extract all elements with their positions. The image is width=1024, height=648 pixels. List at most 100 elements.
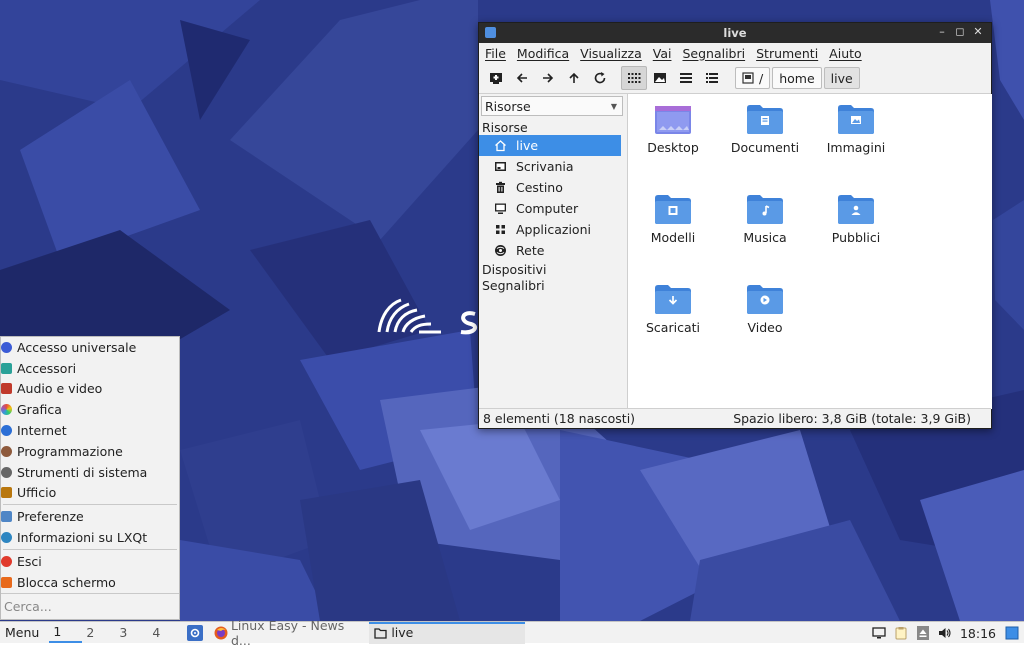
arrow-right-icon bbox=[543, 73, 554, 83]
bookmarks-section-title[interactable]: Segnalibri bbox=[479, 278, 625, 293]
file-item-scaricati[interactable]: Scaricati bbox=[628, 282, 718, 335]
menu-item-label: Audio e video bbox=[17, 381, 103, 397]
sidebar-item-live[interactable]: live bbox=[479, 135, 621, 156]
menu-item-blocca-schermo[interactable]: Blocca schermo bbox=[1, 572, 179, 593]
side-pane-mode-select[interactable]: Risorse ▼ bbox=[481, 96, 623, 116]
workspace-1[interactable]: 1 bbox=[49, 623, 83, 643]
file-item-modelli[interactable]: Modelli bbox=[628, 192, 718, 245]
menu-vai[interactable]: Vai bbox=[653, 46, 672, 61]
new-tab-button[interactable] bbox=[483, 66, 509, 90]
spiral-logo-icon bbox=[375, 288, 479, 339]
menu-item-preferenze[interactable]: Preferenze bbox=[1, 506, 179, 527]
minimize-icon[interactable]: – bbox=[935, 25, 949, 39]
drive-icon bbox=[742, 72, 754, 84]
menu-item-ufficio[interactable]: Ufficio bbox=[1, 483, 179, 504]
menu-visualizza[interactable]: Visualizza bbox=[580, 46, 642, 61]
file-item-label: Musica bbox=[743, 230, 787, 245]
tray-eject[interactable] bbox=[912, 626, 934, 640]
task-firefox[interactable]: Linux Easy - News d... bbox=[209, 618, 369, 648]
compact-view-button[interactable] bbox=[673, 66, 699, 90]
icon-view-button[interactable] bbox=[621, 66, 647, 90]
menu-item-internet[interactable]: Internet bbox=[1, 420, 179, 441]
window-titlebar[interactable]: live – ◻ ✕ bbox=[479, 23, 991, 43]
tray-clipboard[interactable] bbox=[890, 626, 912, 640]
menu-item-label: Blocca schermo bbox=[17, 574, 116, 590]
task-label: live bbox=[391, 625, 414, 640]
grid-view-icon bbox=[628, 73, 641, 83]
file-item-label: Pubblici bbox=[831, 230, 881, 245]
sidebar-item-scrivania[interactable]: Scrivania bbox=[479, 156, 621, 177]
clock[interactable]: 18:16 bbox=[956, 626, 1000, 641]
menu-strumenti[interactable]: Strumenti bbox=[756, 46, 818, 61]
quicklaunch-settings[interactable] bbox=[181, 622, 209, 644]
menu-item-label: Accessori bbox=[17, 360, 77, 376]
reload-button[interactable] bbox=[587, 66, 613, 90]
path-live-label: live bbox=[830, 70, 853, 86]
detailed-view-button[interactable] bbox=[699, 66, 725, 90]
menu-segnalibri[interactable]: Segnalibri bbox=[682, 46, 745, 61]
accessories-icon bbox=[1, 362, 12, 374]
gear-icon bbox=[1, 466, 12, 478]
main-menu-button[interactable]: Menu bbox=[0, 622, 49, 644]
menu-item-accesso-universale[interactable]: Accesso universale bbox=[1, 337, 179, 358]
file-item-documenti[interactable]: Documenti bbox=[720, 102, 810, 155]
home-icon bbox=[493, 139, 507, 153]
menu-item-grafica[interactable]: Grafica bbox=[1, 399, 179, 420]
menu-item-audio-e-video[interactable]: Audio e video bbox=[1, 379, 179, 400]
sidebar-item-cestino[interactable]: Cestino bbox=[479, 177, 621, 198]
up-button[interactable] bbox=[561, 66, 587, 90]
sidebar-item-applicazioni[interactable]: Applicazioni bbox=[479, 219, 621, 240]
workspace-label: 4 bbox=[152, 625, 161, 640]
menu-item-programmazione[interactable]: Programmazione bbox=[1, 441, 179, 462]
workspace-2[interactable]: 2 bbox=[82, 622, 115, 644]
sidebar-item-label: live bbox=[516, 138, 539, 153]
workspace-4[interactable]: 4 bbox=[148, 622, 181, 644]
thumbnail-view-button[interactable] bbox=[647, 66, 673, 90]
maximize-icon[interactable]: ◻ bbox=[953, 25, 967, 39]
window-title: live bbox=[723, 26, 747, 40]
new-tab-icon bbox=[490, 73, 502, 84]
file-item-musica[interactable]: Musica bbox=[720, 192, 810, 245]
arrow-up-icon bbox=[569, 72, 579, 83]
start-menu: Accesso universale Accessori Audio e vid… bbox=[0, 336, 180, 620]
file-item-immagini[interactable]: Immagini bbox=[811, 102, 901, 155]
tray-volume[interactable] bbox=[934, 627, 956, 639]
path-button-live[interactable]: live bbox=[823, 67, 860, 89]
file-item-video[interactable]: Video bbox=[720, 282, 810, 335]
menu-item-informazioni-lxqt[interactable]: Informazioni su LXQt bbox=[1, 527, 179, 548]
close-icon[interactable]: ✕ bbox=[971, 25, 985, 39]
path-button-home[interactable]: home bbox=[772, 67, 822, 89]
task-live[interactable]: live bbox=[369, 621, 526, 644]
sidebar-item-rete[interactable]: Rete bbox=[479, 240, 621, 261]
workspace-label: 3 bbox=[119, 625, 128, 640]
forward-button[interactable] bbox=[535, 66, 561, 90]
menu-item-esci[interactable]: Esci bbox=[1, 551, 179, 572]
sidebar-item-label: Cestino bbox=[516, 180, 563, 195]
menu-item-strumenti-di-sistema[interactable]: Strumenti di sistema bbox=[1, 462, 179, 483]
file-manager-window[interactable]: live – ◻ ✕ File Modifica Visualizza Vai … bbox=[478, 22, 992, 429]
menu-search-input[interactable]: Cerca... bbox=[1, 593, 179, 619]
back-button[interactable] bbox=[509, 66, 535, 90]
workspace-3[interactable]: 3 bbox=[115, 622, 148, 644]
briefcase-icon bbox=[1, 487, 12, 499]
public-folder-icon bbox=[836, 192, 876, 226]
folder-view[interactable]: Desktop Documenti Immagini Modelli Music… bbox=[627, 94, 992, 409]
devices-section-title[interactable]: Dispositivi bbox=[479, 262, 625, 277]
menu-aiuto[interactable]: Aiuto bbox=[829, 46, 862, 61]
sidebar-item-computer[interactable]: Computer bbox=[479, 198, 621, 219]
chevron-down-icon: ▼ bbox=[610, 101, 617, 111]
computer-icon bbox=[493, 202, 507, 216]
downloads-folder-icon bbox=[653, 282, 693, 316]
trash-icon bbox=[493, 181, 507, 195]
path-button-root[interactable]: / bbox=[735, 67, 771, 89]
menu-item-label: Internet bbox=[17, 423, 67, 439]
tray-monitor[interactable] bbox=[868, 627, 890, 639]
menu-item-accessori[interactable]: Accessori bbox=[1, 358, 179, 379]
menu-modifica[interactable]: Modifica bbox=[517, 46, 569, 61]
preferences-icon bbox=[1, 511, 12, 523]
file-item-desktop[interactable]: Desktop bbox=[628, 102, 718, 155]
show-desktop-button[interactable] bbox=[1000, 626, 1024, 640]
file-item-pubblici[interactable]: Pubblici bbox=[811, 192, 901, 245]
eject-icon bbox=[917, 626, 929, 640]
menu-file[interactable]: File bbox=[485, 46, 506, 61]
